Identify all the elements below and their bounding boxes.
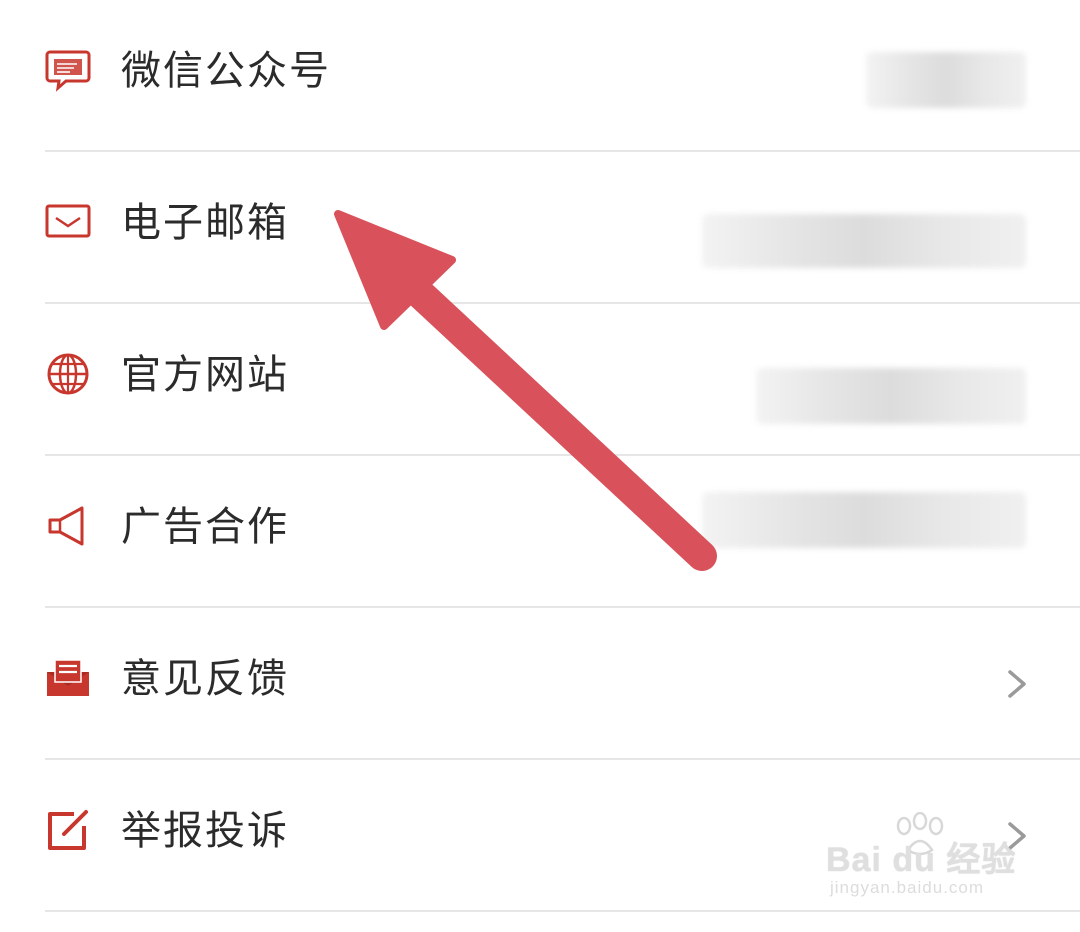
settings-contact-screen: 微信公众号 电子邮箱 官方网站 广告合作 意见反馈 举报投诉 Bai du 经验… bbox=[0, 0, 1080, 932]
megaphone-icon bbox=[44, 502, 92, 550]
redacted-value bbox=[756, 368, 1026, 424]
redacted-value bbox=[866, 52, 1026, 108]
menu-item-official-website[interactable]: 官方网站 bbox=[0, 304, 1080, 456]
chevron-right-icon bbox=[1002, 664, 1032, 704]
menu-item-label: 官方网站 bbox=[121, 352, 289, 398]
menu-item-label: 意见反馈 bbox=[121, 656, 289, 702]
mail-envelope-icon bbox=[44, 198, 92, 246]
watermark-brand: Bai du 经验 bbox=[826, 841, 1017, 879]
wechat-chat-icon bbox=[44, 46, 92, 94]
menu-item-email[interactable]: 电子邮箱 bbox=[0, 152, 1080, 304]
baidu-jingyan-watermark: Bai du 经验 jingyan.baidu.com bbox=[826, 812, 1036, 912]
redacted-value bbox=[702, 492, 1026, 548]
menu-item-label: 微信公众号 bbox=[121, 48, 331, 94]
menu-item-wechat-official-account[interactable]: 微信公众号 bbox=[0, 0, 1080, 152]
globe-icon bbox=[44, 350, 92, 398]
menu-item-ad-cooperation[interactable]: 广告合作 bbox=[0, 456, 1080, 608]
menu-item-label: 举报投诉 bbox=[121, 808, 289, 854]
menu-item-label: 广告合作 bbox=[121, 504, 289, 550]
menu-item-label: 电子邮箱 bbox=[121, 200, 289, 246]
menu-item-feedback[interactable]: 意见反馈 bbox=[0, 608, 1080, 760]
redacted-value bbox=[702, 214, 1026, 268]
edit-square-icon bbox=[44, 806, 92, 854]
watermark-url: jingyan.baidu.com bbox=[830, 878, 985, 897]
contact-menu-list: 微信公众号 电子邮箱 官方网站 广告合作 意见反馈 举报投诉 bbox=[0, 0, 1080, 912]
feedback-mail-icon bbox=[44, 654, 92, 702]
